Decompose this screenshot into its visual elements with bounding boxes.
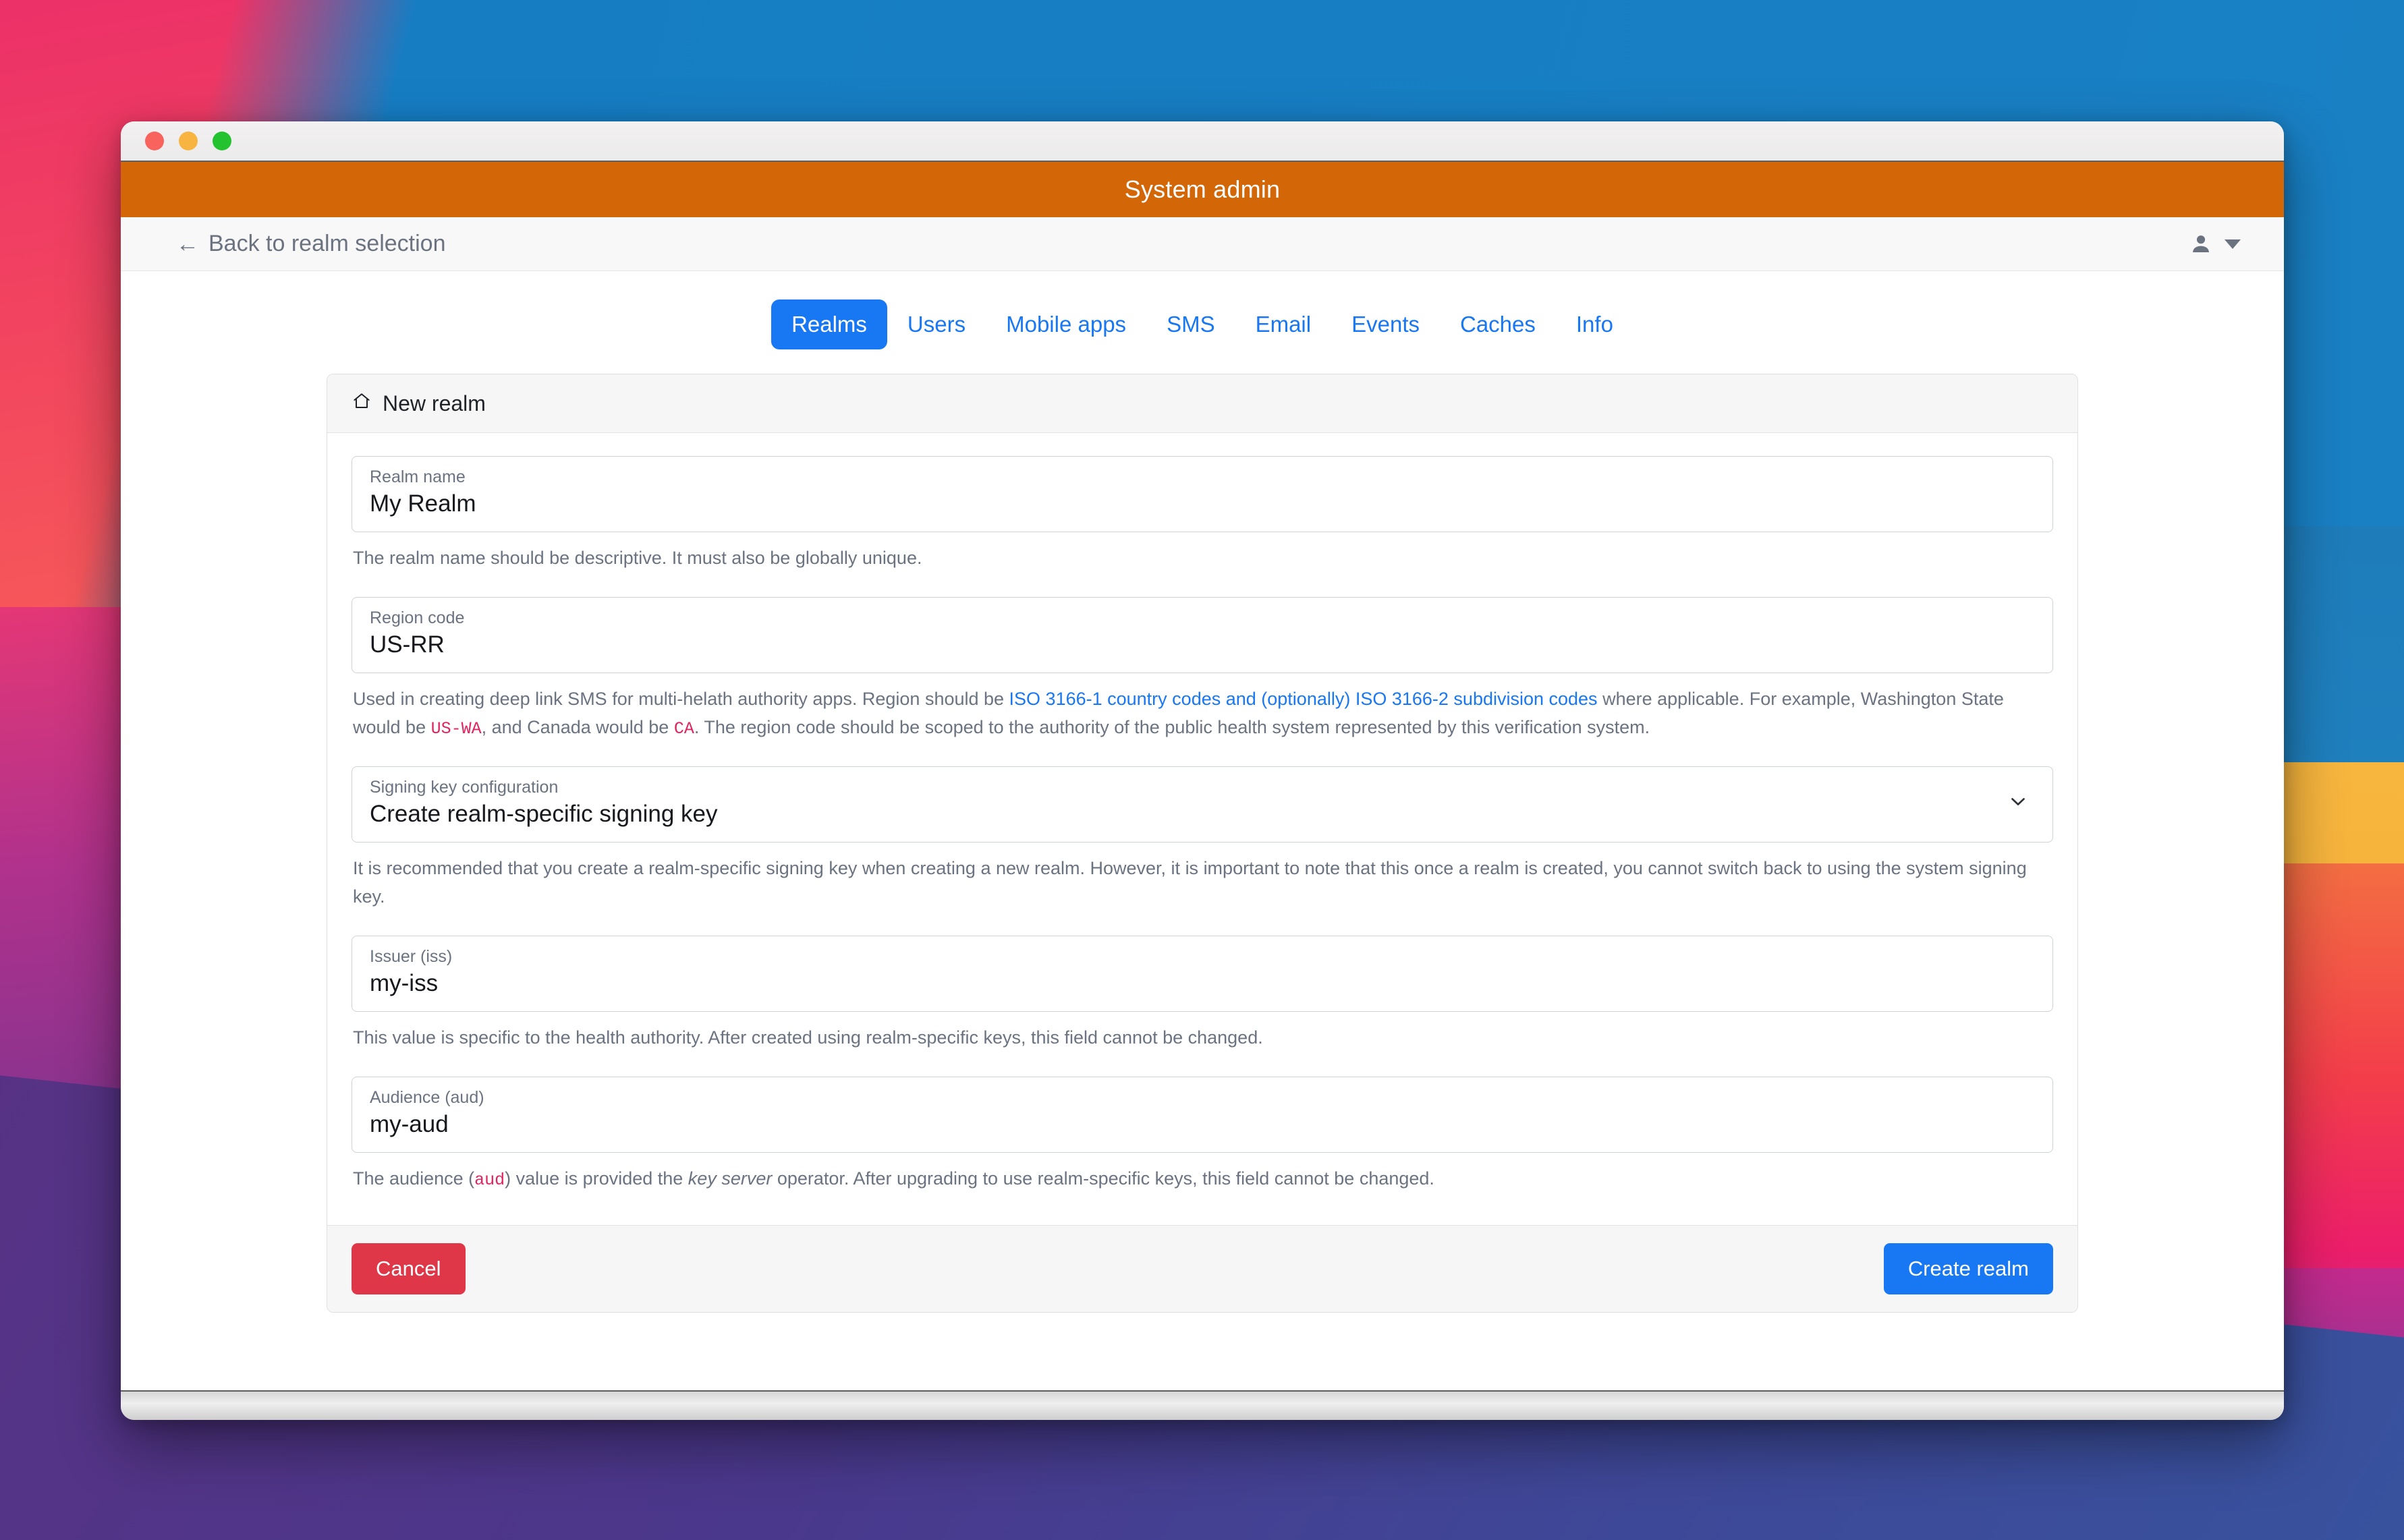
audience-input[interactable]: Audience (aud) my-aud <box>352 1076 2053 1153</box>
audience-value: my-aud <box>370 1110 449 1137</box>
browser-window: System admin ← Back to realm selection R… <box>121 121 2284 1420</box>
region-code-help: Used in creating deep link SMS for multi… <box>353 685 2052 743</box>
region-code-label: Region code <box>370 608 465 627</box>
zoom-window-button[interactable] <box>213 132 231 150</box>
card-header: New realm <box>327 374 2077 433</box>
create-realm-button[interactable]: Create realm <box>1883 1243 2053 1294</box>
window-bottom-bar <box>121 1390 2284 1420</box>
brand-header: System admin <box>121 162 2284 217</box>
navbar: ← Back to realm selection <box>121 217 2284 271</box>
tab-users[interactable]: Users <box>887 300 986 349</box>
audience-help: The audience (aud) value is provided the… <box>353 1165 2052 1194</box>
realm-name-value: My Realm <box>370 490 476 517</box>
user-menu-button[interactable] <box>2189 233 2241 256</box>
region-code-value: US-RR <box>370 631 445 658</box>
signing-key-help: It is recommended that you create a real… <box>353 858 2027 907</box>
tab-events[interactable]: Events <box>1331 300 1440 349</box>
main-tabs: Realms Users Mobile apps SMS Email Event… <box>121 290 2284 364</box>
issuer-label: Issuer (iss) <box>370 947 453 967</box>
chevron-down-icon <box>2225 239 2241 249</box>
issuer-help: This value is specific to the health aut… <box>353 1027 1263 1048</box>
window-titlebar <box>121 121 2284 162</box>
close-window-button[interactable] <box>145 132 164 150</box>
issuer-value: my-iss <box>370 970 439 997</box>
audience-help-key-server: key server <box>688 1168 773 1189</box>
audience-help-text-2: ) value is provided the <box>505 1168 688 1189</box>
card-title: New realm <box>383 391 486 416</box>
region-help-text-3: , and Canada would be <box>481 716 674 737</box>
tab-mobile-apps[interactable]: Mobile apps <box>986 300 1146 349</box>
new-realm-card: New realm Realm name My Realm The realm … <box>327 374 2078 1313</box>
tab-info[interactable]: Info <box>1556 300 1633 349</box>
realm-name-label: Realm name <box>370 467 466 486</box>
home-icon <box>352 391 372 416</box>
region-help-code-us-wa: US-WA <box>430 718 482 739</box>
audience-help-text-1: The audience ( <box>353 1168 475 1189</box>
chevron-down-icon <box>2007 790 2030 816</box>
app-title: System admin <box>1124 175 1281 203</box>
page-content: Realms Users Mobile apps SMS Email Event… <box>121 271 2284 1390</box>
region-code-input[interactable]: Region code US-RR <box>352 596 2053 673</box>
back-to-realm-selection-link[interactable]: ← Back to realm selection <box>176 231 446 257</box>
cancel-button[interactable]: Cancel <box>352 1243 466 1294</box>
tab-sms[interactable]: SMS <box>1146 300 1235 349</box>
audience-help-code-aud: aud <box>474 1170 505 1190</box>
realm-name-help: The realm name should be descriptive. It… <box>353 548 922 568</box>
issuer-input[interactable]: Issuer (iss) my-iss <box>352 936 2053 1013</box>
iso-3166-link[interactable]: ISO 3166-1 country codes and (optionally… <box>1009 689 1598 709</box>
signing-key-label: Signing key configuration <box>370 778 559 797</box>
arrow-left-icon: ← <box>176 231 199 257</box>
back-link-label: Back to realm selection <box>208 231 446 256</box>
region-help-text-1: Used in creating deep link SMS for multi… <box>353 688 1009 709</box>
region-help-code-ca: CA <box>673 718 694 739</box>
tab-realms[interactable]: Realms <box>771 300 887 349</box>
card-footer: Cancel Create realm <box>327 1224 2077 1312</box>
tab-email[interactable]: Email <box>1235 300 1332 349</box>
realm-name-input[interactable]: Realm name My Realm <box>352 456 2053 532</box>
region-help-text-4: . The region code should be scoped to th… <box>694 716 1650 737</box>
audience-label: Audience (aud) <box>370 1087 484 1107</box>
tab-caches[interactable]: Caches <box>1440 300 1556 349</box>
person-icon <box>2189 233 2212 256</box>
audience-help-text-3: operator. After upgrading to use realm-s… <box>772 1168 1434 1189</box>
minimize-window-button[interactable] <box>179 132 198 150</box>
card-body: Realm name My Realm The realm name shoul… <box>327 433 2077 1225</box>
signing-key-value: Create realm-specific signing key <box>370 801 718 828</box>
signing-key-select[interactable]: Signing key configuration Create realm-s… <box>352 766 2053 843</box>
